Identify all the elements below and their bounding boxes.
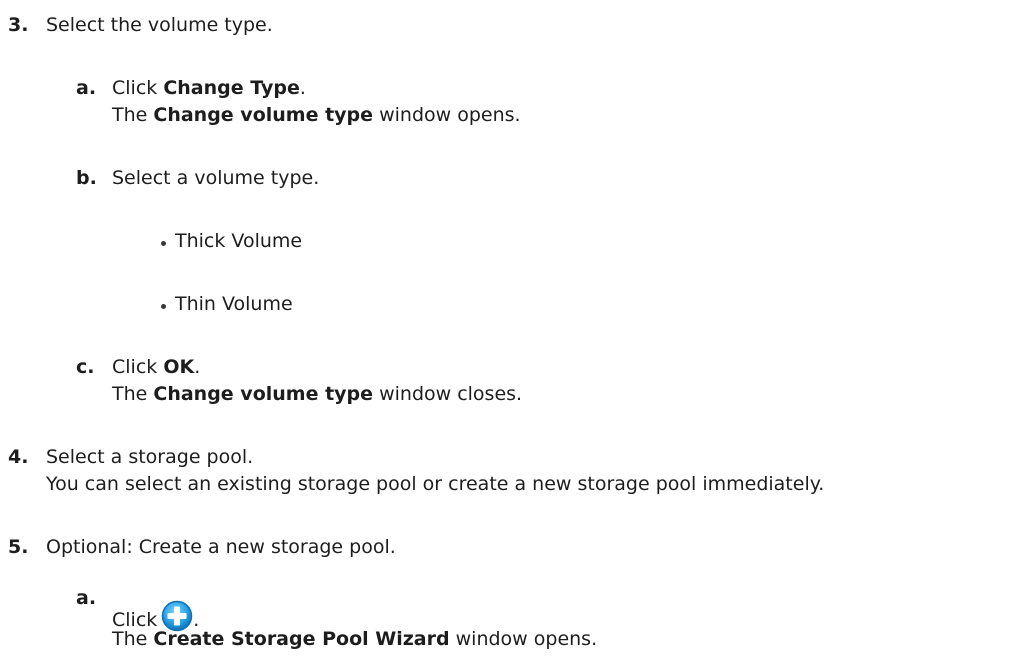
step-detail: You can select an existing storage pool … [46,473,825,495]
substep-text: Click Change Type. [112,77,306,99]
ui-term: Change Type [163,77,300,99]
substep-result: The Create Storage Pool Wizard window op… [112,628,598,650]
step-number: 5. [8,536,29,558]
bullet [161,241,166,246]
step-text: Optional: Create a new storage pool. [46,536,396,558]
substep-result: The Change volume type window opens. [112,104,521,126]
bullet [161,304,166,309]
step-number: 3. [8,14,29,36]
substep-letter: a. [76,77,97,99]
step-text: Select the volume type. [46,14,273,36]
document-page: 3. Select the volume type. a. Click Chan… [0,0,1011,659]
substep-letter: b. [76,167,97,189]
list-item: Thin Volume [175,293,293,315]
substep-letter: a. [76,587,97,609]
substep-text: Select a volume type. [112,167,320,189]
ui-term: Create Storage Pool Wizard [153,628,450,650]
substep-letter: c. [76,356,95,378]
ui-term: Change volume type [153,104,374,126]
step-text: Select a storage pool. [46,446,254,468]
ui-term: OK [163,356,195,378]
ui-term: Change volume type [153,383,374,405]
list-item: Thick Volume [175,230,303,252]
substep-text: Click OK. [112,356,201,378]
substep-result: The Change volume type window closes. [112,383,523,405]
step-number: 4. [8,446,29,468]
